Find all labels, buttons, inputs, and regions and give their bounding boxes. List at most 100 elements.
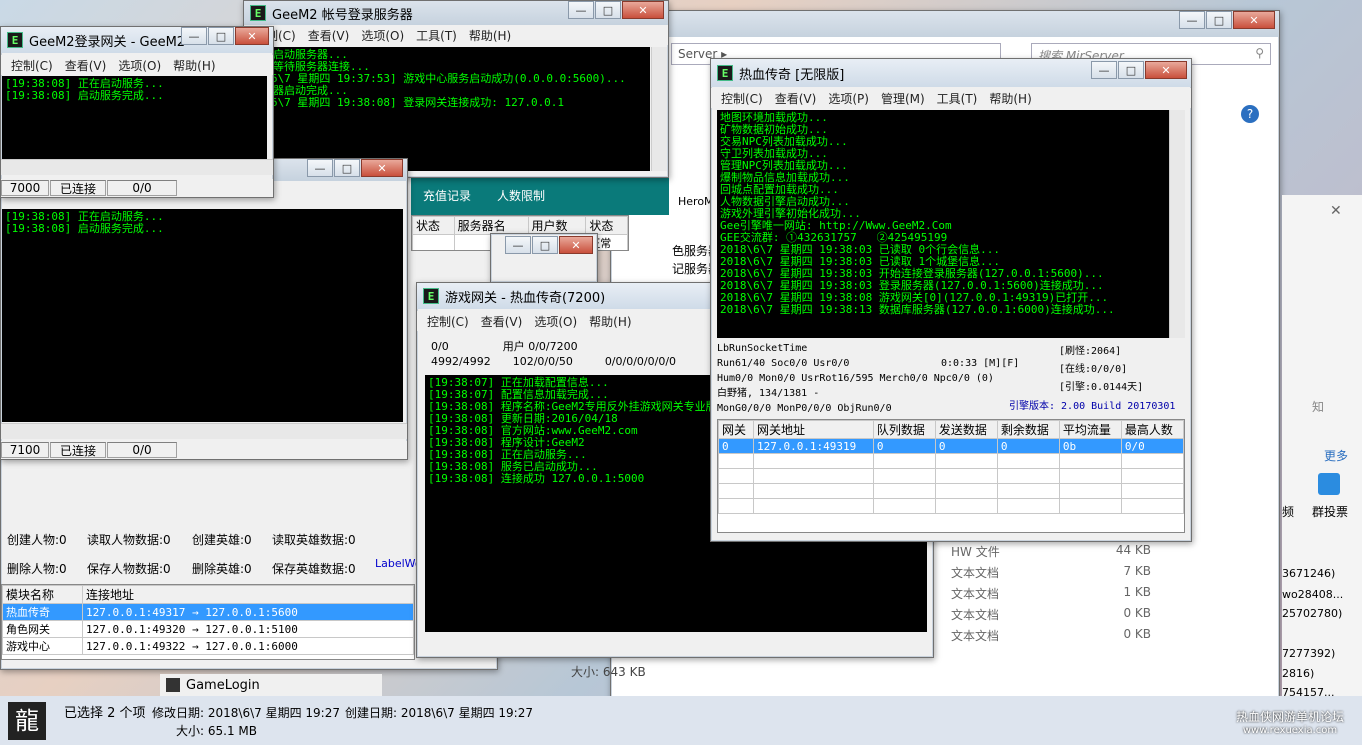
horizontal-scrollbar[interactable]	[1, 159, 273, 175]
file-row[interactable]: 文本文档 0 KB	[951, 606, 1151, 627]
version-info: 引擎版本: 2.00 Build 20170301	[1009, 401, 1176, 412]
tab-limit[interactable]: 人数限制	[497, 187, 545, 204]
right-label-pin: 频	[1282, 505, 1295, 519]
menu-help[interactable]: 帮助(H)	[983, 90, 1037, 107]
menu-options[interactable]: 选项(P)	[822, 90, 875, 107]
gamelogin-label: GameLogin	[186, 677, 260, 693]
db-link[interactable]: LabelWo	[375, 557, 422, 570]
desktop: — □ ✕ Server ▸ 搜索 MirServer ⚲ ? HW 文件 44 …	[0, 0, 1362, 745]
explorer-controls: — □ ✕	[1178, 11, 1275, 29]
right-label-vote: 群投票	[1312, 505, 1349, 519]
vote-icon[interactable]	[1318, 473, 1340, 495]
menu-options[interactable]: 选项(O)	[528, 313, 583, 330]
col-server-name: 服务器名	[453, 216, 529, 235]
menu-options[interactable]: 选项(O)	[355, 27, 410, 44]
explorer-file-list: HW 文件 44 KB 文本文档 7 KB 文本文档 1 KB 文本文档 0 KB 文本…	[951, 543, 1151, 648]
menu-view[interactable]: 查看(V)	[769, 90, 823, 107]
minimize-icon[interactable]: —	[1091, 61, 1117, 79]
stat-label: 读取人物数据:0	[87, 533, 171, 547]
menu-help[interactable]: 帮助(H)	[583, 313, 637, 330]
col-users: 用户数	[527, 216, 587, 235]
hidden-dialog: — □ ✕	[490, 233, 598, 283]
help-icon[interactable]: ?	[1241, 105, 1259, 123]
maximize-icon[interactable]: □	[1118, 61, 1144, 79]
engine-info: [引擎:0.0144天]	[1059, 382, 1144, 393]
status-bar: 7100 已连接 0/0	[1, 441, 407, 459]
menu-control[interactable]: 控制(C)	[715, 90, 769, 107]
maximize-icon[interactable]: □	[1206, 11, 1232, 29]
maximize-icon[interactable]: □	[595, 1, 621, 19]
module-row[interactable]: 热血传奇 127.0.0.1:49317 → 127.0.0.1:5600	[2, 603, 414, 621]
file-row[interactable]: 文本文档 1 KB	[951, 585, 1151, 606]
gamelogin-item[interactable]: GameLogin	[160, 674, 382, 696]
tab-recharge[interactable]: 充值记录	[423, 187, 471, 204]
app-icon: E	[7, 32, 23, 48]
stat-value: 0/0/0/0/0/0/0	[604, 355, 677, 368]
log-console: 地图环境加载成功... 矿物数据初始成功... 交易NPC列表加载成功... 守…	[717, 110, 1169, 338]
right-more-link[interactable]: 更多	[1324, 447, 1348, 464]
module-row[interactable]: 游戏中心 127.0.0.1:49322 → 127.0.0.1:6000	[2, 637, 414, 655]
stat-label: 删除人物:0	[7, 562, 67, 576]
menu-view[interactable]: 查看(V)	[302, 27, 356, 44]
stat-label: 读取英雄数据:0	[272, 533, 356, 547]
port-status: 7000	[1, 180, 49, 196]
menu-help[interactable]: 帮助(H)	[463, 27, 517, 44]
right-number: 3671246)	[1282, 567, 1336, 580]
close-icon[interactable]: ✕	[1233, 11, 1275, 29]
file-row[interactable]: HW 文件 44 KB	[951, 543, 1151, 564]
file-row[interactable]: 文本文档 7 KB	[951, 564, 1151, 585]
gateway-stats: 0/0 用户 0/0/7200 4992/4992 102/0/0/50 0/0/0/…	[431, 339, 676, 369]
close-icon[interactable]: ✕	[622, 1, 664, 19]
right-number: 25702780)	[1282, 607, 1343, 620]
module-row[interactable]: 角色网关 127.0.0.1:49320 → 127.0.0.1:5100	[2, 620, 414, 638]
menu-manage[interactable]: 管理(M)	[875, 90, 931, 107]
menu-help[interactable]: 帮助(H)	[167, 57, 221, 74]
stat-value: 102/0/0/50	[512, 355, 573, 368]
right-close-icon[interactable]: ✕	[1330, 203, 1342, 219]
log-console: 正在启动服务器... 正在等待服务器连接... 18\6\7 星期四 19:37…	[248, 47, 650, 171]
col-sent: 发送数据	[934, 420, 998, 439]
select-gateway-window: — □ ✕ [19:38:08] 正在启动服务... [19:38:08] 启动服务…	[0, 158, 408, 460]
col-remain: 剩余数据	[996, 420, 1060, 439]
menu-control[interactable]: 控制(C)	[421, 313, 475, 330]
stat-label: 保存人物数据:0	[87, 562, 171, 576]
log-console: [19:38:08] 正在启动服务... [19:38:08] 启动服务完成..…	[2, 209, 403, 422]
log-console: [19:38:08] 正在启动服务... [19:38:08] 启动服务完成..…	[2, 76, 267, 159]
db-label-grid: 创建人物:0 读取人物数据:0 创建英雄:0 读取英雄数据:0 删除人物:0 保…	[7, 531, 447, 577]
menu-view[interactable]: 查看(V)	[59, 57, 113, 74]
stat-value: 用户 0/0/7200	[502, 340, 578, 353]
menu-options[interactable]: 选项(O)	[112, 57, 167, 74]
vertical-scrollbar[interactable]	[1169, 110, 1185, 338]
search-icon[interactable]: ⚲	[1255, 46, 1264, 60]
maximize-icon[interactable]: □	[208, 27, 234, 45]
menu-tools[interactable]: 工具(T)	[931, 90, 984, 107]
table-row[interactable]: 0 127.0.0.1:49319 0 0 0 0b 0/0	[718, 438, 1184, 454]
col-gateway: 网关	[718, 420, 754, 439]
minimize-icon[interactable]: —	[568, 1, 594, 19]
minimize-icon[interactable]: —	[181, 27, 207, 45]
file-row[interactable]: 文本文档 0 KB	[951, 627, 1151, 648]
close-icon[interactable]: ✕	[1145, 61, 1187, 79]
menu-tools[interactable]: 工具(T)	[410, 27, 463, 44]
menu-control[interactable]: 控制(C)	[5, 57, 59, 74]
close-icon[interactable]: ✕	[559, 236, 593, 254]
close-icon[interactable]: ✕	[235, 27, 269, 45]
close-icon[interactable]: ✕	[361, 159, 403, 177]
maximize-icon[interactable]: □	[532, 236, 558, 254]
minimize-icon[interactable]: —	[307, 159, 333, 177]
minimize-icon[interactable]: —	[1179, 11, 1205, 29]
vertical-scrollbar[interactable]	[651, 47, 667, 171]
total-size: 大小: 65.1 MB	[176, 724, 257, 738]
online-info: [在线:0/0/0]	[1059, 364, 1128, 375]
menu-view[interactable]: 查看(V)	[475, 313, 529, 330]
maximize-icon[interactable]: □	[334, 159, 360, 177]
connection-status: 已连接	[50, 180, 106, 196]
m2-titlebar: E 热血传奇 [无限版] — □ ✕	[711, 59, 1191, 87]
stat-value: 0/0	[431, 340, 449, 353]
horizontal-scrollbar[interactable]	[1, 423, 407, 439]
stat-value: 4992/4992	[431, 355, 491, 368]
m2-info-panel: LbRunSocketTime Run61/40 Soc0/0 Usr0/0 H…	[717, 341, 1187, 417]
col-module-name: 模块名称	[2, 585, 83, 604]
selection-count: 已选择 2 个项	[64, 706, 146, 721]
minimize-icon[interactable]: —	[505, 236, 531, 254]
